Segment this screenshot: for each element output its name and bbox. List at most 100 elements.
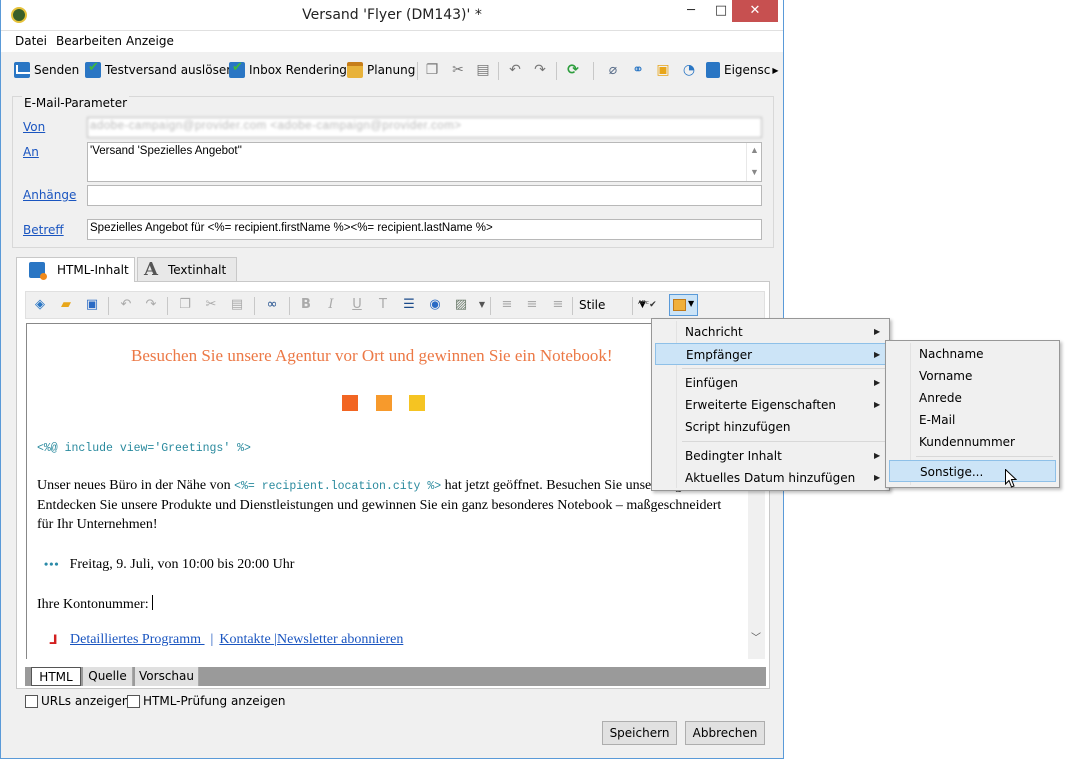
submenu-item-last-name[interactable]: Nachname — [889, 343, 1056, 365]
send-proof-label: Testversand auslösen — [105, 63, 234, 77]
gift-icon[interactable]: ▣ — [655, 62, 671, 78]
submenu-arrow-icon: ▶ — [874, 350, 881, 359]
planning-button[interactable]: Planung — [347, 60, 415, 80]
menu-item-add-current-date[interactable]: Aktuelles Datum hinzufügen ▶ — [655, 467, 886, 489]
mode-tab-html[interactable]: HTML — [31, 667, 81, 686]
newsletter-link[interactable]: Newsletter abonnieren — [277, 632, 403, 647]
envelope-icon — [14, 62, 30, 78]
submenu-item-salutation[interactable]: Anrede — [889, 387, 1056, 409]
insert-image-icon[interactable]: ▨ — [452, 296, 470, 314]
submenu-item-email[interactable]: E-Mail — [889, 409, 1056, 431]
menu-item-label: Nachricht — [685, 325, 743, 339]
save-button[interactable]: Speichern — [602, 721, 677, 745]
menu-datei[interactable]: Datei — [15, 34, 47, 48]
find-binoculars-icon[interactable]: ∞ — [263, 296, 281, 314]
contacts-link[interactable]: Kontakte — [219, 632, 274, 647]
scroll-down-icon[interactable]: ﹀ — [751, 629, 761, 644]
mode-tab-source[interactable]: Quelle — [83, 667, 133, 686]
cut-icon[interactable]: ✂ — [202, 296, 220, 314]
show-html-check-checkbox[interactable]: HTML-Prüfung anzeigen — [127, 694, 286, 708]
bold-icon[interactable]: B — [297, 296, 315, 314]
save-icon[interactable]: ▣ — [83, 296, 101, 314]
send-proof-button[interactable]: Testversand auslösen — [85, 60, 234, 80]
submenu-item-first-name[interactable]: Vorname — [889, 365, 1056, 387]
paste-icon[interactable]: ▤ — [475, 62, 491, 78]
redo-icon[interactable]: ↷ — [532, 62, 548, 78]
new-document-icon[interactable]: ◈ — [31, 296, 49, 314]
cut-icon[interactable]: ✂ — [450, 62, 466, 78]
para-text-before: Unser neues Büro in der Nähe von — [37, 478, 235, 493]
scroll-up-icon[interactable]: ▲ — [750, 145, 759, 155]
from-link[interactable]: Von — [23, 120, 45, 134]
attachments-link[interactable]: Anhänge — [23, 188, 76, 202]
underline-icon[interactable]: U — [348, 296, 366, 314]
paste-icon[interactable]: ▤ — [228, 296, 246, 314]
align-right-icon[interactable]: ≡ — [549, 296, 567, 314]
bullet-list-icon[interactable]: ☰ — [400, 296, 418, 314]
refresh-icon[interactable]: ⟳ — [565, 62, 581, 78]
send-button[interactable]: Senden — [14, 60, 79, 80]
inbox-rendering-button[interactable]: Inbox Rendering — [229, 60, 347, 80]
toolbar-separator — [556, 62, 557, 80]
checkbox-box[interactable] — [25, 694, 38, 708]
menu-item-recipient[interactable]: Empfänger ▶ — [655, 343, 886, 365]
link-icon[interactable]: ⚭ — [630, 62, 646, 78]
from-field[interactable]: adobe-campaign@provider.com <adobe-campa… — [87, 117, 762, 138]
menu-anzeige[interactable]: Anzeige — [126, 34, 174, 48]
menu-item-conditional-content[interactable]: Bedingter Inhalt ▶ — [655, 445, 886, 467]
close-button[interactable]: ✕ — [732, 0, 778, 22]
properties-button[interactable]: Eigensc ▶ — [706, 60, 779, 80]
properties-label: Eigensc — [724, 63, 771, 77]
text-cursor — [151, 595, 153, 610]
tab-text-label: Textinhalt — [167, 262, 227, 277]
minimize-button[interactable]: ─ — [677, 0, 705, 22]
tracking-icon[interactable]: ◔ — [681, 62, 697, 78]
subject-link[interactable]: Betreff — [23, 223, 64, 237]
style-select[interactable]: Stile — [575, 295, 627, 315]
mode-tab-preview[interactable]: Vorschau — [135, 667, 199, 686]
image-dropdown-icon[interactable]: ▼ — [473, 296, 491, 314]
properties-icon — [706, 62, 720, 78]
menu-item-insert[interactable]: Einfügen ▶ — [655, 372, 886, 394]
html-editor-content[interactable]: Besuchen Sie unsere Agentur vor Ort und … — [26, 323, 748, 659]
copy-icon[interactable]: ❐ — [424, 62, 440, 78]
checkbox-box[interactable] — [127, 694, 140, 708]
to-link[interactable]: An — [23, 145, 39, 159]
to-field[interactable]: 'Versand 'Spezielles Angebot'' ▲ ▼ — [87, 142, 762, 182]
menu-item-message[interactable]: Nachricht ▶ — [655, 321, 886, 343]
align-center-icon[interactable]: ≡ — [523, 296, 541, 314]
tab-text-content[interactable]: A Textinhalt — [137, 257, 237, 282]
italic-icon[interactable]: I — [322, 296, 340, 314]
menu-item-label: Empfänger — [686, 348, 753, 362]
maximize-button[interactable]: □ — [707, 0, 735, 22]
menu-bearbeiten[interactable]: Bearbeiten — [56, 34, 122, 48]
tab-html-content[interactable]: HTML-Inhalt — [16, 257, 135, 282]
personalization-tag: <%= recipient.location.city %> — [234, 480, 442, 493]
spellcheck-icon[interactable]: ᴬᴮᶜ✔ — [638, 296, 657, 314]
show-urls-checkbox[interactable]: URLs anzeigen — [25, 694, 129, 708]
redo-icon[interactable]: ↷ — [142, 296, 160, 314]
attachments-field[interactable] — [87, 185, 762, 206]
bullet-dots-icon: ••• — [44, 557, 60, 571]
insert-link-icon[interactable]: ◉ — [426, 296, 444, 314]
to-field-scrollbar[interactable]: ▲ ▼ — [746, 143, 761, 181]
cancel-button[interactable]: Abbrechen — [685, 721, 765, 745]
menu-item-add-script[interactable]: Script hinzufügen — [655, 416, 886, 438]
personalization-insert-button[interactable]: ▼ — [669, 294, 698, 316]
text-format-icon[interactable]: T — [374, 296, 392, 314]
align-left-icon[interactable]: ≡ — [498, 296, 516, 314]
open-folder-icon[interactable]: ▰ — [57, 296, 75, 314]
subject-field[interactable]: Spezielles Angebot für <%= recipient.fir… — [87, 219, 762, 240]
undo-icon[interactable]: ↶ — [507, 62, 523, 78]
submenu-item-other[interactable]: Sonstige... — [889, 460, 1056, 482]
editor-separator — [108, 297, 109, 315]
attachment-icon[interactable]: ⌀ — [605, 62, 621, 78]
program-link[interactable]: Detailliertes Programm — [70, 632, 205, 647]
submenu-item-customer-number[interactable]: Kundennummer — [889, 431, 1056, 453]
toolbar-overflow-icon[interactable]: ▶ — [772, 66, 778, 75]
menu-item-advanced-properties[interactable]: Erweiterte Eigenschaften ▶ — [655, 394, 886, 416]
email-parameters-title: E-Mail-Parameter — [22, 96, 130, 110]
scroll-down-icon[interactable]: ▼ — [750, 167, 759, 177]
copy-icon[interactable]: ❐ — [176, 296, 194, 314]
undo-icon[interactable]: ↶ — [117, 296, 135, 314]
